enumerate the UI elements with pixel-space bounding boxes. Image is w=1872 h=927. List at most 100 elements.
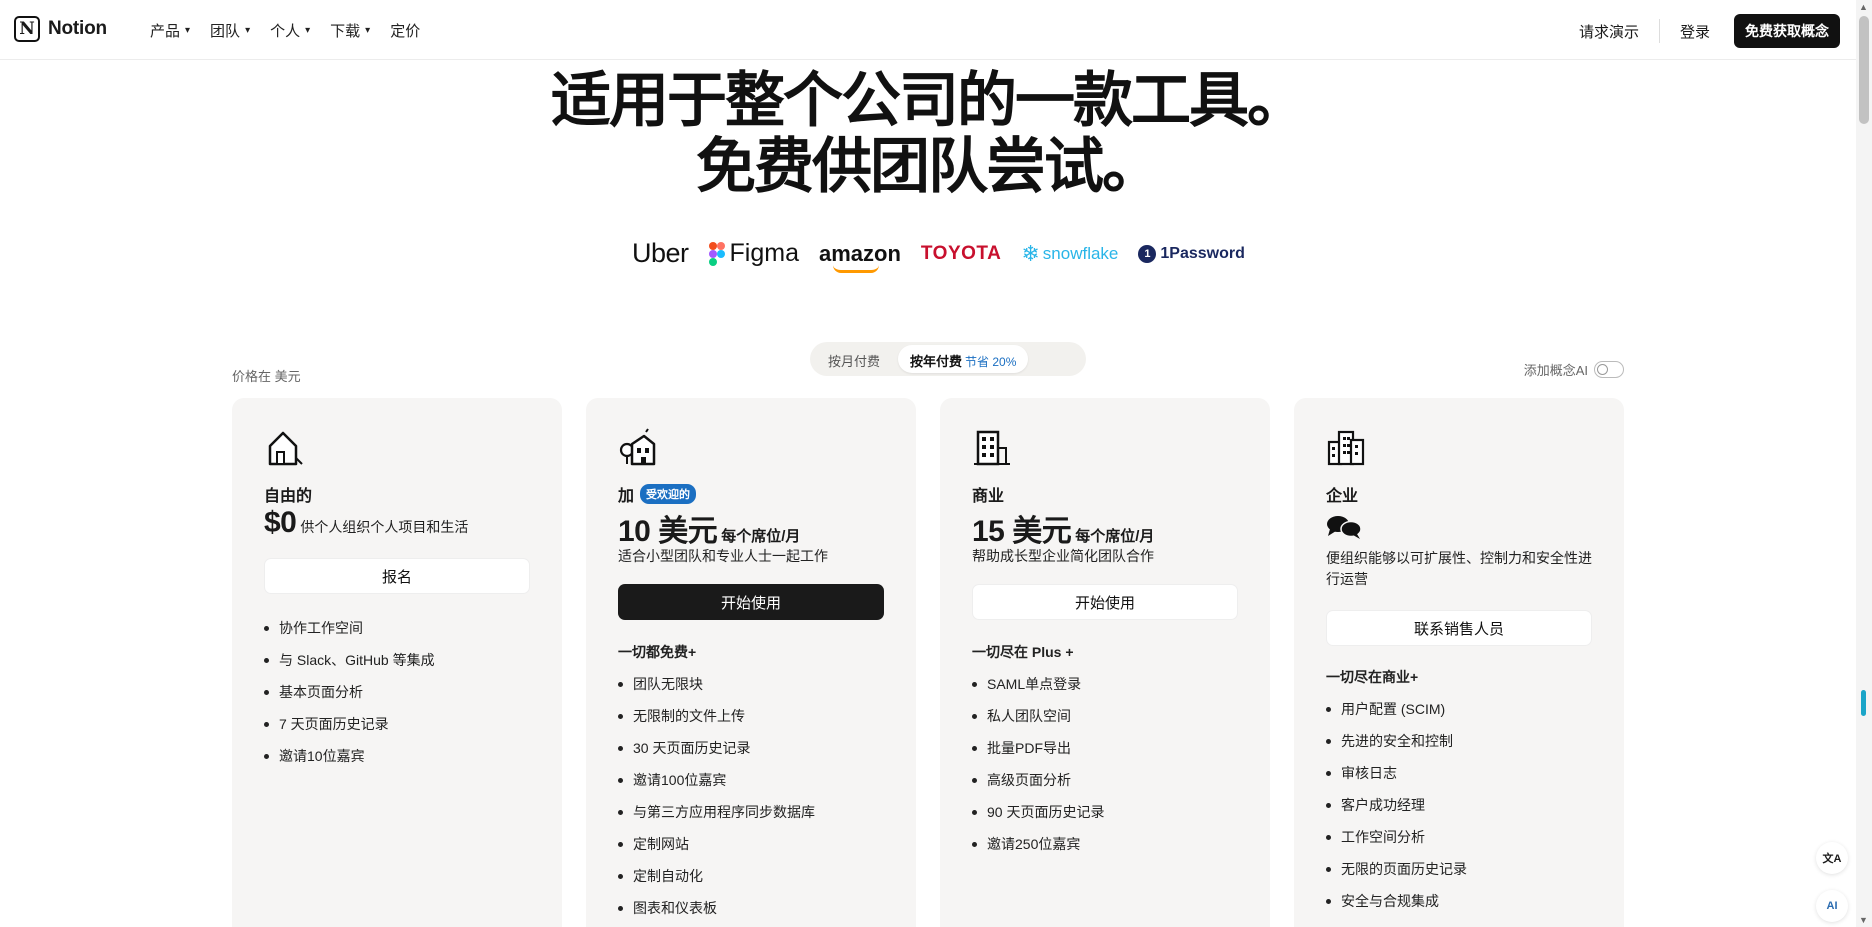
list-item: 批量PDF导出 [972, 732, 1104, 764]
city-buildings-icon [1327, 430, 1365, 466]
plan-description: 帮助成长型企业简化团队合作 [972, 548, 1154, 564]
get-started-button[interactable]: 开始使用 [972, 584, 1238, 620]
plan-name: 加 受欢迎的 [618, 482, 697, 506]
top-navigation: N Notion 产品 ▾ 团队 ▾ 个人 ▾ 下载 ▾ 定价 请求演示 登录 免费获取… [0, 0, 1856, 60]
uber-logo: Uber [632, 238, 689, 268]
logo-text: Notion [48, 18, 107, 39]
page-scrollbar[interactable]: ▲ ▼ [1856, 0, 1872, 927]
billing-monthly-option[interactable]: 按月付费 [828, 351, 880, 370]
nav-item-label: 个人 [270, 23, 301, 40]
features-heading: 一切都免费+ [618, 644, 697, 660]
nav-item-download[interactable]: 下载 ▾ [330, 20, 370, 41]
plan-name-text: 加 [618, 488, 635, 505]
nav-menu: 产品 ▾ 团队 ▾ 个人 ▾ 下载 ▾ 定价 [150, 20, 420, 41]
list-item: 邀请100位嘉宾 [618, 764, 815, 796]
notion-logo[interactable]: N Notion [14, 16, 107, 42]
plan-price: 15 美元 [972, 515, 1072, 548]
list-item: 基本页面分析 [264, 676, 435, 708]
plan-card-free: 自由的 $0 供个人组织个人项目和生活 报名 协作工作空间 与 Slack、Gi… [232, 398, 562, 927]
list-item: 无限制的文件上传 [618, 700, 815, 732]
feature-list: SAML单点登录 私人团队空间 批量PDF导出 高级页面分析 90 天页面历史记… [972, 668, 1104, 860]
list-item: 安全与合规集成 [1326, 885, 1467, 917]
plan-price: 10 美元 [618, 515, 718, 548]
list-item: 与 Slack、GitHub 等集成 [264, 644, 435, 676]
currency-note: 价格在 美元 [232, 369, 301, 384]
plan-description: 适合小型团队和专业人士一起工作 [618, 548, 828, 564]
list-item: 先进的安全和控制 [1326, 725, 1467, 757]
nav-item-label: 产品 [150, 23, 181, 40]
popular-badge: 受欢迎的 [640, 484, 697, 504]
1password-icon: 1 [1138, 244, 1157, 263]
chevron-down-icon: ▾ [365, 25, 371, 36]
billing-yearly-label: 按年付费 [910, 354, 963, 369]
list-item: 邀请250位嘉宾 [972, 828, 1104, 860]
snowflake-logo-text: snowflake [1042, 243, 1119, 263]
nav-item-individuals[interactable]: 个人 ▾ [270, 20, 310, 41]
price-line: 15 美元 每个席位/月 [972, 506, 1154, 550]
hero-title-line-2: 免费供团队尝试。 [696, 132, 1162, 202]
price-line: 10 美元 每个席位/月 [618, 506, 800, 550]
figma-icon [708, 241, 725, 266]
list-item: 邀请10位嘉宾 [264, 740, 435, 772]
assistant-icon: AI [1826, 900, 1838, 912]
list-item: 客户成功经理 [1326, 789, 1467, 821]
toyota-logo: TOYOTA [920, 242, 1002, 264]
ai-toggle-switch[interactable] [1594, 361, 1624, 378]
yearly-savings-label: 节省 20% [965, 355, 1017, 369]
amazon-logo-text: amazon [819, 240, 901, 266]
list-item: 协作工作空间 [264, 612, 435, 644]
nav-item-product[interactable]: 产品 ▾ [150, 20, 190, 41]
ai-toggle-label: 添加概念AI [1523, 363, 1588, 378]
nav-item-pricing[interactable]: 定价 [390, 20, 420, 41]
customer-logos: Uber Figma amazon TOYOTA ❄ snowflake 1 1… [632, 238, 1245, 273]
switch-knob [1597, 364, 1608, 375]
office-building-icon [974, 430, 1010, 466]
billing-yearly-option[interactable]: 按年付费 节省 20% [898, 345, 1029, 373]
features-heading: 一切尽在 Plus + [972, 644, 1074, 660]
house-icon [268, 431, 303, 466]
list-item: 私人团队空间 [972, 700, 1104, 732]
nav-item-teams[interactable]: 团队 ▾ [210, 20, 250, 41]
plan-description: 便组织能够以可扩展性、控制力和安全性进行运营 [1326, 550, 1592, 587]
nav-item-label: 团队 [210, 23, 241, 40]
plan-name-text: 商业 [972, 488, 1005, 505]
list-item: 团队无限块 [618, 668, 815, 700]
signup-button[interactable]: 报名 [264, 558, 530, 594]
feature-list: 用户配置 (SCIM) 先进的安全和控制 审核日志 客户成功经理 工作空间分析 … [1326, 693, 1467, 917]
assistant-button[interactable]: AI [1816, 890, 1848, 922]
list-item: 定制自动化 [618, 860, 815, 892]
scroll-down-arrow-icon[interactable]: ▼ [1859, 915, 1868, 925]
plan-price-description: 供个人组织个人项目和生活 [300, 519, 469, 535]
nav-actions: 请求演示 登录 免费获取概念 [1559, 14, 1840, 48]
plan-card-business: 商业 15 美元 每个席位/月 帮助成长型企业简化团队合作 开始使用 一切尽在 … [940, 398, 1270, 927]
translate-button[interactable]: 文A [1816, 842, 1848, 874]
scrollbar-thumb[interactable] [1859, 16, 1869, 124]
contact-sales-button[interactable]: 联系销售人员 [1326, 610, 1592, 646]
features-heading: 一切尽在商业+ [1326, 669, 1419, 685]
nav-item-label: 下载 [330, 23, 361, 40]
scroll-up-arrow-icon[interactable]: ▲ [1859, 2, 1868, 12]
translate-icon: 文A [1822, 853, 1842, 865]
list-item: 高级页面分析 [972, 764, 1104, 796]
small-building-icon [619, 428, 656, 466]
notion-logo-icon: N [14, 16, 40, 42]
list-item: 定制网站 [618, 828, 815, 860]
get-notion-free-button[interactable]: 免费获取概念 [1734, 14, 1840, 48]
plan-name-text: 企业 [1326, 488, 1359, 505]
request-demo-link[interactable]: 请求演示 [1559, 21, 1659, 42]
login-link[interactable]: 登录 [1660, 21, 1730, 42]
chevron-down-icon: ▾ [305, 25, 311, 36]
get-started-button[interactable]: 开始使用 [618, 584, 884, 620]
figma-logo: Figma [708, 239, 799, 268]
plan-name: 自由的 [264, 482, 312, 506]
snowflake-icon: ❄ [1021, 240, 1040, 266]
plan-name: 商业 [972, 482, 1004, 506]
plan-price-unit: 每个席位/月 [721, 528, 801, 545]
feature-list: 团队无限块 无限制的文件上传 30 天页面历史记录 邀请100位嘉宾 与第三方应… [618, 668, 815, 924]
plan-name-text: 自由的 [264, 488, 313, 505]
feature-list: 协作工作空间 与 Slack、GitHub 等集成 基本页面分析 7 天页面历史… [264, 612, 435, 772]
list-item: SAML单点登录 [972, 668, 1104, 700]
list-item: 90 天页面历史记录 [972, 796, 1104, 828]
1password-logo-text: 1Password [1160, 244, 1245, 262]
price-line: $0 供个人组织个人项目和生活 [264, 506, 468, 540]
